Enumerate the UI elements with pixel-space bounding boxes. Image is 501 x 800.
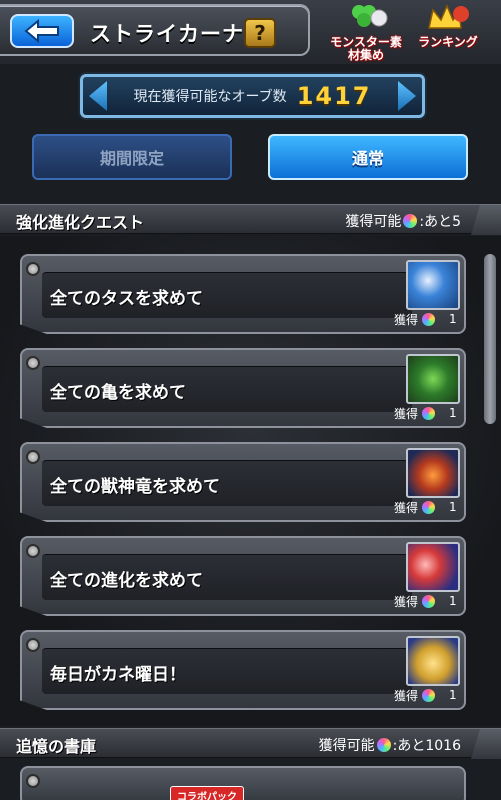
title-bar: ストライカーナビ ? xyxy=(0,4,310,56)
reward-count: 1 xyxy=(449,594,457,608)
quest-name: 全ての亀を求めて xyxy=(50,383,186,403)
list-item[interactable]: 全ての獣神竜を求めて 獲得 1 xyxy=(20,442,466,522)
monster-thumbnail-icon xyxy=(406,448,460,498)
header-bar: ストライカーナビ ? モンスター素材集め ランキング xyxy=(0,0,501,64)
orb-counter-panel: 現在獲得可能なオーブ数 1417 xyxy=(80,74,425,118)
reward-label: 獲得 xyxy=(394,500,419,515)
list-item[interactable]: 全てのタスを求めて 獲得 1 xyxy=(20,254,466,334)
ranking-label: ランキング xyxy=(418,35,478,49)
stat-prefix: 獲得可能 xyxy=(318,738,375,754)
stat-prefix: 獲得可能 xyxy=(345,214,402,230)
reward: 獲得 1 xyxy=(394,498,460,516)
rainbow-orb-icon xyxy=(422,312,436,326)
help-button[interactable]: ? xyxy=(244,18,276,48)
status-dot-icon xyxy=(26,774,40,788)
section-tail xyxy=(471,729,501,759)
coin-thumbnail-icon xyxy=(406,636,460,686)
monster-thumbnail-icon xyxy=(406,260,460,310)
status-dot-icon xyxy=(26,450,40,464)
monster-thumbnail-icon xyxy=(406,542,460,592)
reward-label: 獲得 xyxy=(394,688,419,703)
reward: 獲得 1 xyxy=(394,686,460,704)
rainbow-orb-icon xyxy=(422,594,436,608)
reward: 獲得 1 xyxy=(394,404,460,422)
tab-limited-time[interactable]: 期間限定 xyxy=(32,134,232,180)
collab-badge: コラボパック xyxy=(170,786,244,800)
section-header-memory: 追憶の書庫 獲得可能 :あと1016 xyxy=(0,728,501,759)
orb-counter-value: 1417 xyxy=(296,82,372,110)
materials-button[interactable]: モンスター素材集め xyxy=(326,2,406,62)
scrollbar[interactable] xyxy=(484,254,496,424)
quest-list: 全てのタスを求めて 獲得 1 全ての亀を求めて 獲得 1 全ての獣神竜を求めて … xyxy=(0,236,501,726)
status-dot-icon xyxy=(26,356,40,370)
reward-count: 1 xyxy=(449,688,457,702)
monster-thumbnail-icon xyxy=(406,354,460,404)
reward: 獲得 1 xyxy=(394,310,460,328)
tab-normal[interactable]: 通常 xyxy=(268,134,468,180)
panel-cap-left xyxy=(89,81,107,111)
section-stat: 獲得可能 :あと1016 xyxy=(319,735,461,755)
reward-count: 1 xyxy=(449,406,457,420)
reward-label: 獲得 xyxy=(394,406,419,421)
section-title: 追憶の書庫 xyxy=(16,737,97,756)
clover-icon xyxy=(352,5,388,27)
stat-remaining: :あと5 xyxy=(419,214,461,230)
rainbow-orb-icon xyxy=(422,500,436,514)
list-item[interactable]: 毎日がカネ曜日！ 獲得 1 xyxy=(20,630,466,710)
back-arrow-icon xyxy=(24,19,59,43)
section-stat: 獲得可能 :あと5 xyxy=(345,211,461,231)
list-item[interactable]: 全ての亀を求めて 獲得 1 xyxy=(20,348,466,428)
status-dot-icon xyxy=(26,262,40,276)
stat-remaining: :あと1016 xyxy=(392,738,461,754)
reward-count: 1 xyxy=(449,500,457,514)
reward-count: 1 xyxy=(449,312,457,326)
orb-counter-label: 現在獲得可能なオーブ数 xyxy=(133,89,287,105)
materials-label: モンスター素材集め xyxy=(330,35,402,62)
section-header-evolution: 強化進化クエスト 獲得可能 :あと5 xyxy=(0,204,501,235)
rainbow-orb-icon xyxy=(376,738,391,752)
back-button[interactable] xyxy=(10,14,74,48)
reward-label: 獲得 xyxy=(394,312,419,327)
section-tail xyxy=(471,205,501,235)
quest-name: 全ての獣神竜を求めて xyxy=(50,477,220,497)
status-dot-icon xyxy=(26,544,40,558)
quest-name: 全ての進化を求めて xyxy=(50,571,203,591)
rainbow-orb-icon xyxy=(403,214,418,228)
status-dot-icon xyxy=(26,638,40,652)
page-title: ストライカーナビ xyxy=(90,22,266,46)
reward-label: 獲得 xyxy=(394,594,419,609)
reward: 獲得 1 xyxy=(394,592,460,610)
rainbow-orb-icon xyxy=(422,406,436,420)
ranking-button[interactable]: ランキング xyxy=(408,2,488,60)
quest-name: 毎日がカネ曜日！ xyxy=(50,665,186,685)
rainbow-orb-icon xyxy=(422,688,436,702)
section-title: 強化進化クエスト xyxy=(16,213,145,232)
quest-name: 全てのタスを求めて xyxy=(50,289,203,309)
panel-cap-right xyxy=(398,81,416,111)
list-item[interactable]: 全ての進化を求めて 獲得 1 xyxy=(20,536,466,616)
crown-icon xyxy=(428,4,469,29)
